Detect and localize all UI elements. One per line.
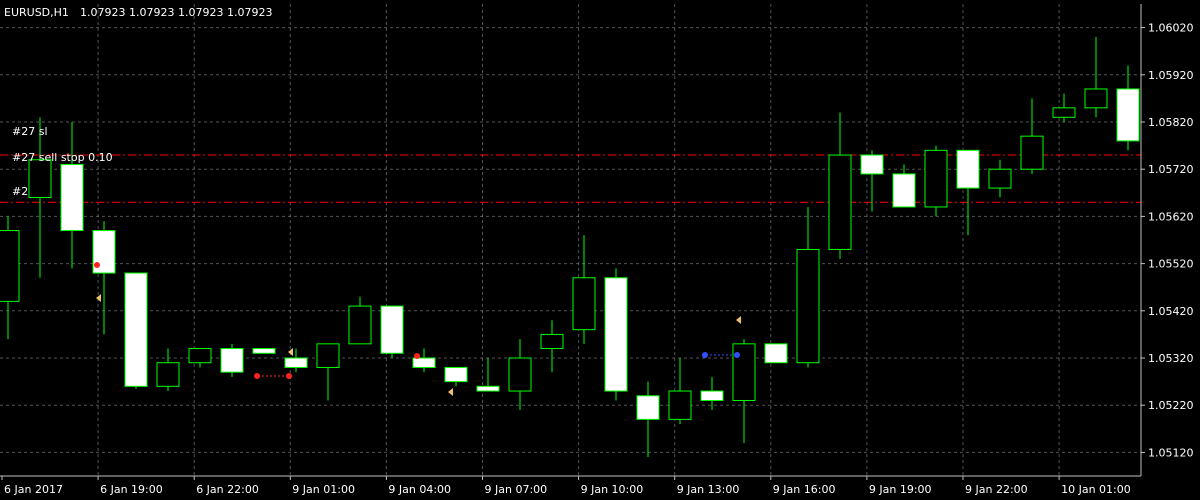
candlestick-chart[interactable]: 1.06020 1.05920 1.05820 1.05720 1.05620 1.055… xyxy=(0,0,1200,500)
time-tick-label: 9 Jan 07:00 xyxy=(485,483,548,496)
price-tick-label: 1.06020 xyxy=(1148,22,1194,35)
candle-body xyxy=(156,362,180,387)
candle-body xyxy=(700,390,724,401)
time-tick-label: 6 Jan 19:00 xyxy=(100,483,163,496)
price-tick-label: 1.05120 xyxy=(1148,446,1194,459)
candle-body xyxy=(540,333,564,350)
candle-body xyxy=(988,168,1012,189)
candle-body xyxy=(796,248,820,364)
time-tick-label: 9 Jan 22:00 xyxy=(965,483,1028,496)
candle-body xyxy=(668,390,692,420)
time-tick-label: 6 Jan 22:00 xyxy=(196,483,259,496)
price-tick-label: 1.05220 xyxy=(1148,399,1194,412)
candle-body xyxy=(956,149,980,189)
candle-body xyxy=(380,305,404,354)
symbol-label: EURUSD,H1 xyxy=(4,6,69,19)
candle-body xyxy=(860,154,884,175)
candle-body xyxy=(1020,135,1044,170)
time-tick-label: 9 Jan 16:00 xyxy=(773,483,836,496)
price-tick-label: 1.05720 xyxy=(1148,163,1194,176)
trade-arrow-marker xyxy=(94,262,100,268)
price-tick-label: 1.05520 xyxy=(1148,258,1194,271)
price-tick-label: 1.05420 xyxy=(1148,305,1194,318)
time-tick-label: 9 Jan 01:00 xyxy=(292,483,355,496)
candle-body xyxy=(252,348,276,354)
trade-arrow-marker xyxy=(414,353,420,359)
time-tick-label: 6 Jan 2017 xyxy=(4,483,63,496)
candle-body xyxy=(348,305,372,345)
candle-body xyxy=(1084,88,1108,109)
candle-body xyxy=(1052,107,1076,118)
order-label-sell-stop: #27 sell stop 0.10 xyxy=(12,151,113,164)
candle-body xyxy=(572,277,596,331)
candle-body xyxy=(124,272,148,387)
candle-body xyxy=(828,154,852,250)
price-tick-label: 1.05920 xyxy=(1148,69,1194,82)
candle-body xyxy=(444,366,468,383)
candle-body xyxy=(508,357,532,392)
candle-body xyxy=(316,343,340,368)
candle-body xyxy=(220,348,244,373)
candle-body xyxy=(60,163,84,232)
candle-body xyxy=(284,357,308,368)
time-tick-label: 9 Jan 13:00 xyxy=(677,483,740,496)
candle-body xyxy=(0,230,20,302)
candle-body xyxy=(604,277,628,392)
time-tick-label: 9 Jan 19:00 xyxy=(869,483,932,496)
time-tick-label: 9 Jan 10:00 xyxy=(581,483,644,496)
price-tick-label: 1.05320 xyxy=(1148,352,1194,365)
candle-body xyxy=(476,385,500,392)
price-tick-label: 1.05620 xyxy=(1148,210,1194,223)
order-label-tp: #2 xyxy=(12,185,28,198)
time-tick-label: 10 Jan 01:00 xyxy=(1061,483,1131,496)
time-tick-label: 9 Jan 04:00 xyxy=(388,483,451,496)
candle-body xyxy=(412,357,436,368)
candle-body xyxy=(28,159,52,199)
order-label-sl: #27 sl xyxy=(12,125,48,138)
candle-body xyxy=(764,343,788,364)
candle-body xyxy=(188,348,212,364)
candle-body xyxy=(636,395,660,420)
ohlc-label: 1.07923 1.07923 1.07923 1.07923 xyxy=(80,6,272,19)
candle-body xyxy=(892,173,916,208)
candle-body xyxy=(1116,88,1140,142)
candle-body xyxy=(924,149,948,208)
price-tick-label: 1.05820 xyxy=(1148,116,1194,129)
